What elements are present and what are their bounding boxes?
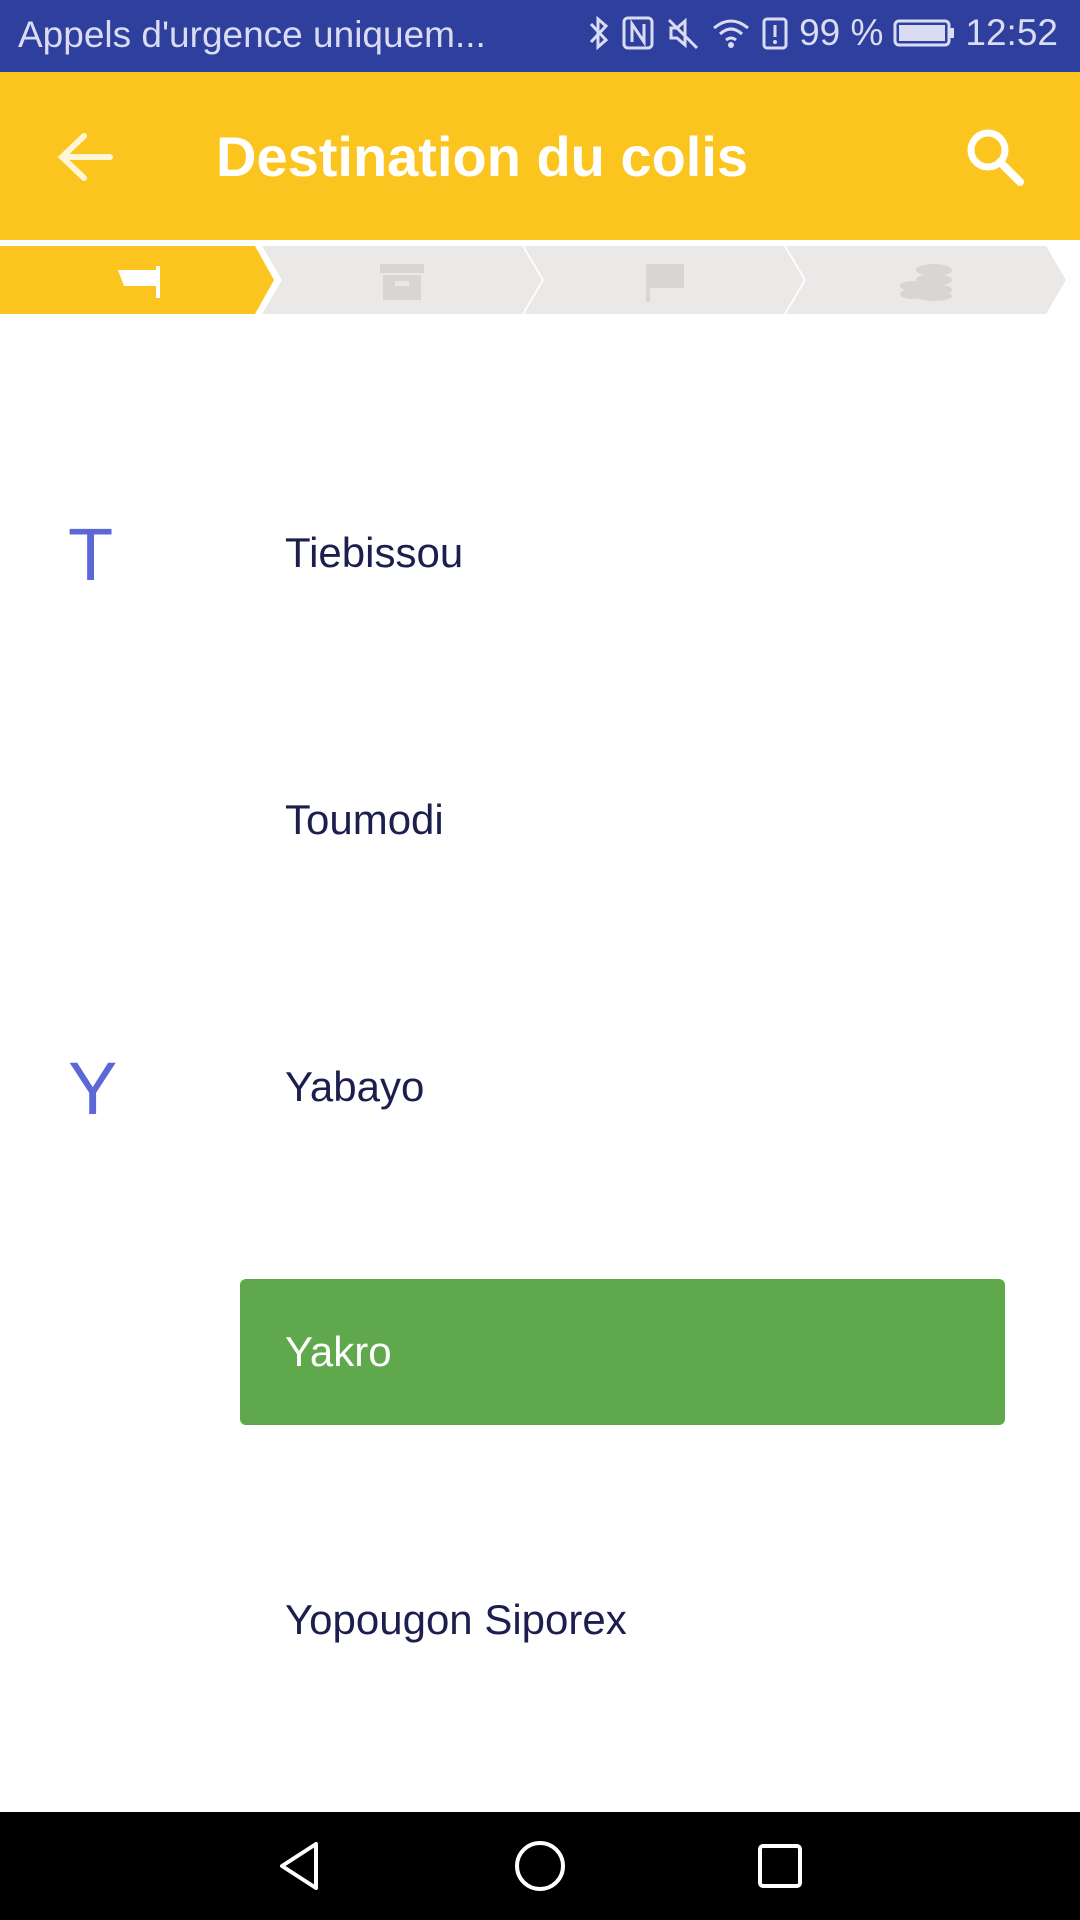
wifi-icon (711, 14, 751, 52)
recents-square-icon (750, 1844, 810, 1900)
section-letter-y: Y (68, 1047, 118, 1130)
back-button[interactable] (50, 122, 120, 192)
step-destination[interactable] (0, 246, 280, 314)
step-payment[interactable] (786, 246, 1066, 314)
system-nav-bar (0, 1812, 1080, 1920)
list-item-label: Yabayo (285, 1063, 425, 1110)
status-carrier-text: Appels d'urgence uniquem... (18, 14, 486, 55)
list-item-yakro[interactable]: Yakro (240, 1279, 1005, 1425)
nav-home-button[interactable] (510, 1836, 570, 1896)
signpost-icon (116, 262, 168, 302)
list-item-label: Toumodi (285, 796, 444, 843)
mute-icon (665, 14, 701, 52)
alert-icon (761, 14, 789, 52)
app-bar: Destination du colis (0, 72, 1080, 240)
status-bar: Appels d'urgence uniquem... 99 % 12:52 (0, 0, 1080, 72)
progress-stepper (0, 240, 1080, 320)
nav-recents-button[interactable] (750, 1836, 810, 1896)
battery-percent: 99 % (799, 12, 884, 53)
list-item-tiebissou[interactable]: Tiebissou (240, 480, 1005, 626)
back-triangle-icon (270, 1842, 330, 1900)
arrow-left-icon (50, 133, 120, 196)
search-button[interactable] (960, 122, 1030, 192)
search-icon (960, 129, 1030, 196)
step-package[interactable] (262, 246, 542, 314)
step-flag[interactable] (524, 246, 804, 314)
flag-icon (640, 262, 692, 302)
list-item-label: Tiebissou (285, 529, 464, 576)
list-item-label: Yopougon Siporex (285, 1596, 627, 1643)
list-item-yabayo[interactable]: Yabayo (240, 1014, 1005, 1160)
list-item-yopougon-siporex[interactable]: Yopougon Siporex (240, 1547, 1005, 1693)
nav-back-button[interactable] (270, 1836, 330, 1896)
list-item-label: Yakro (285, 1328, 392, 1375)
bluetooth-icon (587, 14, 611, 52)
battery-icon (893, 14, 955, 52)
status-time: 12:52 (965, 12, 1058, 53)
page-title: Destination du colis (216, 125, 749, 188)
section-letter-t: T (68, 513, 114, 596)
box-icon (376, 262, 428, 302)
home-circle-icon (510, 1841, 570, 1900)
nfc-icon (621, 14, 655, 52)
list-item-toumodi[interactable]: Toumodi (240, 747, 1005, 893)
status-icons: 99 % 12:52 (587, 12, 1058, 54)
coins-icon (898, 262, 952, 302)
